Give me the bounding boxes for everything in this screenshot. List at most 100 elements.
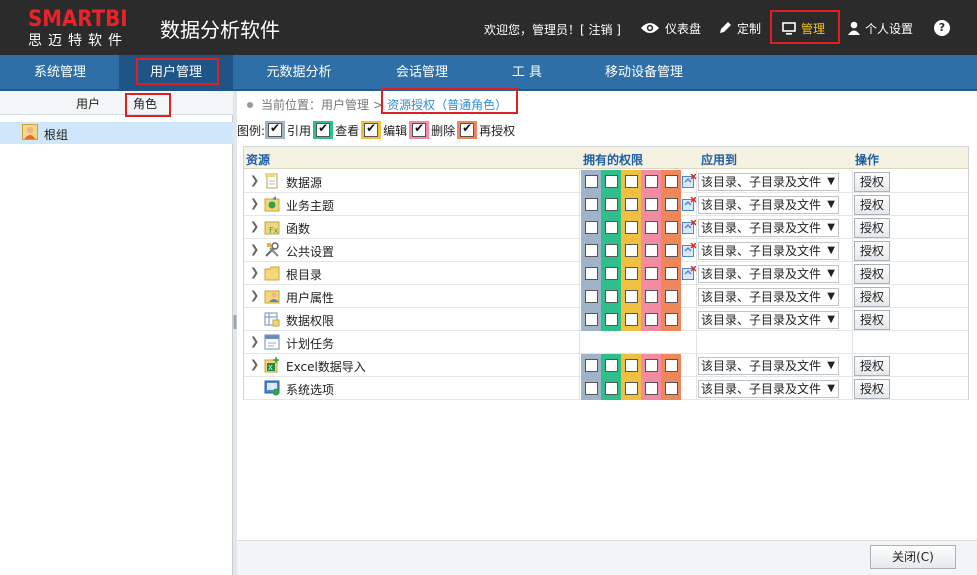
perm-delete-checkbox[interactable]: [644, 221, 658, 234]
perm-regrant-checkbox[interactable]: [664, 313, 678, 326]
nav-dashboard[interactable]: 仪表盘: [640, 17, 701, 39]
perm-edit-checkbox[interactable]: [624, 175, 638, 188]
tab-users[interactable]: 用户: [76, 95, 100, 112]
resource-label[interactable]: 函数: [286, 220, 310, 237]
expand-chevron-icon[interactable]: ❯: [250, 335, 259, 348]
tab-system-management[interactable]: 系统管理: [16, 55, 104, 91]
perm-edit-checkbox[interactable]: [624, 267, 638, 280]
perm-reference-checkbox[interactable]: [584, 221, 598, 234]
perm-view-checkbox[interactable]: [604, 175, 618, 188]
clear-permission-icon[interactable]: [682, 266, 696, 280]
apply-to-select[interactable]: 该目录、子目录及文件 ▼: [698, 219, 839, 237]
resource-label[interactable]: 计划任务: [286, 335, 334, 352]
perm-delete-checkbox[interactable]: [644, 244, 658, 257]
perm-regrant-checkbox[interactable]: [664, 359, 678, 372]
clear-permission-icon[interactable]: [682, 174, 696, 188]
close-button[interactable]: 关闭(C): [870, 545, 956, 569]
welcome-logout-text[interactable]: 欢迎您，管理员！[ 注销 ]: [484, 21, 621, 38]
perm-delete-checkbox[interactable]: [644, 175, 658, 188]
expand-chevron-icon[interactable]: ❯: [250, 197, 259, 210]
perm-view-checkbox[interactable]: [604, 313, 618, 326]
perm-reference-checkbox[interactable]: [584, 382, 598, 395]
perm-delete-checkbox[interactable]: [644, 290, 658, 303]
perm-regrant-checkbox[interactable]: [664, 221, 678, 234]
perm-reference-checkbox[interactable]: [584, 290, 598, 303]
perm-view-checkbox[interactable]: [604, 244, 618, 257]
perm-delete-checkbox[interactable]: [644, 198, 658, 211]
authorize-button[interactable]: 授权: [854, 379, 890, 399]
expand-chevron-icon[interactable]: ❯: [250, 266, 259, 279]
tab-session-management[interactable]: 会话管理: [380, 55, 464, 91]
perm-reference-checkbox[interactable]: [584, 313, 598, 326]
resource-label[interactable]: 数据权限: [286, 312, 334, 329]
perm-view-checkbox[interactable]: [604, 359, 618, 372]
clear-permission-icon[interactable]: [682, 220, 696, 234]
tab-mobile-device-management[interactable]: 移动设备管理: [590, 55, 698, 91]
expand-chevron-icon[interactable]: ❯: [250, 358, 259, 371]
perm-reference-checkbox[interactable]: [584, 198, 598, 211]
apply-to-select[interactable]: 该目录、子目录及文件 ▼: [698, 265, 839, 283]
authorize-button[interactable]: 授权: [854, 241, 890, 261]
resource-label[interactable]: 公共设置: [286, 243, 334, 260]
perm-regrant-checkbox[interactable]: [664, 175, 678, 188]
perm-view-checkbox[interactable]: [604, 221, 618, 234]
expand-chevron-icon[interactable]: ❯: [250, 289, 259, 302]
help-icon[interactable]: ?: [934, 20, 950, 36]
perm-edit-checkbox[interactable]: [624, 198, 638, 211]
perm-edit-checkbox[interactable]: [624, 244, 638, 257]
perm-edit-checkbox[interactable]: [624, 313, 638, 326]
perm-edit-checkbox[interactable]: [624, 382, 638, 395]
perm-view-checkbox[interactable]: [604, 382, 618, 395]
perm-regrant-checkbox[interactable]: [664, 267, 678, 280]
resource-label[interactable]: 根目录: [286, 266, 322, 283]
perm-reference-checkbox[interactable]: [584, 244, 598, 257]
apply-to-select[interactable]: 该目录、子目录及文件 ▼: [698, 173, 839, 191]
apply-to-select[interactable]: 该目录、子目录及文件 ▼: [698, 311, 839, 329]
clear-permission-icon[interactable]: [682, 197, 696, 211]
expand-chevron-icon[interactable]: ❯: [250, 220, 259, 233]
authorize-button[interactable]: 授权: [854, 310, 890, 330]
authorize-button[interactable]: 授权: [854, 195, 890, 215]
expand-chevron-icon[interactable]: ❯: [250, 174, 259, 187]
tab-tools[interactable]: 工 具: [495, 55, 559, 91]
apply-to-select[interactable]: 该目录、子目录及文件 ▼: [698, 357, 839, 375]
authorize-button[interactable]: 授权: [854, 356, 890, 376]
perm-delete-checkbox[interactable]: [644, 313, 658, 326]
authorize-button[interactable]: 授权: [854, 264, 890, 284]
perm-regrant-checkbox[interactable]: [664, 244, 678, 257]
perm-edit-checkbox[interactable]: [624, 290, 638, 303]
apply-to-select[interactable]: 该目录、子目录及文件 ▼: [698, 380, 839, 398]
perm-view-checkbox[interactable]: [604, 198, 618, 211]
perm-regrant-checkbox[interactable]: [664, 198, 678, 211]
resource-label[interactable]: Excel数据导入: [286, 358, 366, 375]
perm-edit-checkbox[interactable]: [624, 359, 638, 372]
perm-reference-checkbox[interactable]: [584, 359, 598, 372]
perm-delete-checkbox[interactable]: [644, 359, 658, 372]
authorize-button[interactable]: 授权: [854, 287, 890, 307]
perm-view-checkbox[interactable]: [604, 290, 618, 303]
authorize-button[interactable]: 授权: [854, 172, 890, 192]
perm-view-checkbox[interactable]: [604, 267, 618, 280]
apply-to-select[interactable]: 该目录、子目录及文件 ▼: [698, 288, 839, 306]
resource-label[interactable]: 用户属性: [286, 289, 334, 306]
apply-to-select[interactable]: 该目录、子目录及文件 ▼: [698, 196, 839, 214]
expand-chevron-icon[interactable]: ❯: [250, 243, 259, 256]
apply-to-select[interactable]: 该目录、子目录及文件 ▼: [698, 242, 839, 260]
nav-customize[interactable]: 定制: [718, 17, 761, 39]
perm-regrant-checkbox[interactable]: [664, 382, 678, 395]
tab-metadata-analysis[interactable]: 元数据分析: [250, 55, 348, 91]
perm-edit-checkbox[interactable]: [624, 221, 638, 234]
perm-reference-checkbox[interactable]: [584, 175, 598, 188]
authorize-button[interactable]: 授权: [854, 218, 890, 238]
resource-label[interactable]: 数据源: [286, 174, 322, 191]
breadcrumb-prefix[interactable]: 当前位置：用户管理: [261, 96, 369, 113]
perm-reference-checkbox[interactable]: [584, 267, 598, 280]
perm-regrant-checkbox[interactable]: [664, 290, 678, 303]
tree-item-root-group[interactable]: 根组: [0, 122, 233, 144]
resource-label[interactable]: 系统选项: [286, 381, 334, 398]
perm-delete-checkbox[interactable]: [644, 267, 658, 280]
perm-delete-checkbox[interactable]: [644, 382, 658, 395]
resource-label[interactable]: 业务主题: [286, 197, 334, 214]
clear-permission-icon[interactable]: [682, 243, 696, 257]
nav-personal-settings[interactable]: 个人设置: [848, 17, 913, 39]
